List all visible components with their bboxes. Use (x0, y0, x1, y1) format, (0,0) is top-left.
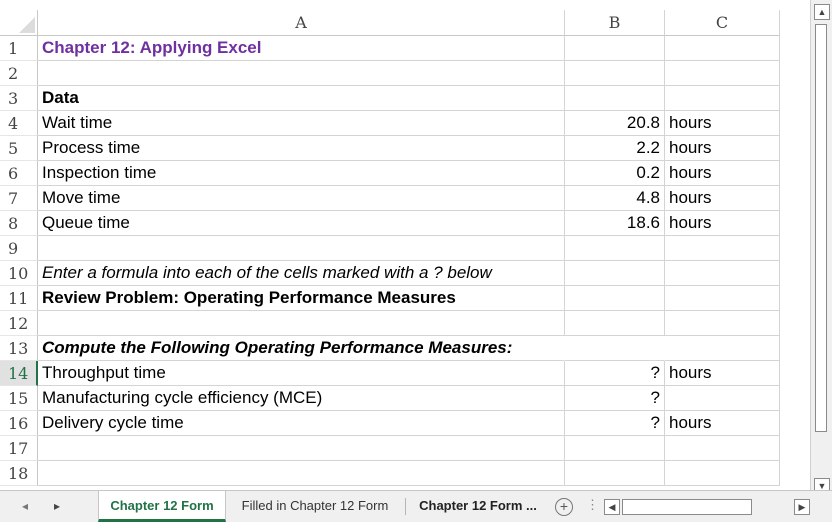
scroll-up-icon[interactable]: ▲ (814, 4, 830, 20)
cell-a17[interactable] (38, 436, 565, 461)
cell-c10[interactable] (665, 261, 780, 286)
tab-chapter-12-form-truncated[interactable]: Chapter 12 Form ... (412, 491, 544, 522)
horizontal-scroll-thumb[interactable] (622, 499, 752, 515)
cell-c17[interactable] (665, 436, 780, 461)
cell-a2[interactable] (38, 61, 565, 86)
cell-b6[interactable]: 0.2 (565, 161, 665, 186)
cell-b12[interactable] (565, 311, 665, 336)
row-header-13[interactable]: 13 (0, 336, 38, 361)
row-header-9[interactable]: 9 (0, 236, 38, 261)
cell-a18[interactable] (38, 461, 565, 486)
vertical-scrollbar[interactable]: ▲ ▼ (810, 0, 832, 496)
horizontal-scrollbar[interactable]: ◀ ▶ (604, 499, 810, 515)
cell-b3[interactable] (565, 86, 665, 111)
cell-c9[interactable] (665, 236, 780, 261)
scroll-right-icon[interactable]: ▶ (794, 499, 810, 515)
row-header-6[interactable]: 6 (0, 161, 38, 186)
cell-a10[interactable]: Enter a formula into each of the cells m… (38, 261, 565, 286)
cell-b2[interactable] (565, 61, 665, 86)
column-header-c[interactable]: C (665, 10, 780, 36)
vertical-scroll-thumb[interactable] (815, 24, 827, 432)
cell-c18[interactable] (665, 461, 780, 486)
row-header-8[interactable]: 8 (0, 211, 38, 236)
scroll-left-icon[interactable]: ◀ (604, 499, 620, 515)
row-header-10[interactable]: 10 (0, 261, 38, 286)
cell-a1[interactable]: Chapter 12: Applying Excel (38, 36, 565, 61)
row-header-16[interactable]: 16 (0, 411, 38, 436)
cell-b16[interactable]: ? (565, 411, 665, 436)
row-header-3[interactable]: 3 (0, 86, 38, 111)
tab-chapter-12-form[interactable]: Chapter 12 Form (98, 491, 226, 522)
cell-b14[interactable]: ? (565, 361, 665, 386)
row-header-7[interactable]: 7 (0, 186, 38, 211)
cell-a7[interactable]: Move time (38, 186, 565, 211)
row-header-11[interactable]: 11 (0, 286, 38, 311)
cell-b13[interactable] (565, 336, 665, 361)
cell-b15[interactable]: ? (565, 386, 665, 411)
select-all-corner[interactable] (0, 10, 38, 36)
cell-a11[interactable]: Review Problem: Operating Performance Me… (38, 286, 565, 311)
cell-c16[interactable]: hours (665, 411, 780, 436)
cell-b1[interactable] (565, 36, 665, 61)
cell-a3[interactable]: Data (38, 86, 565, 111)
cell-c13[interactable] (665, 336, 780, 361)
cell-b8[interactable]: 18.6 (565, 211, 665, 236)
cell-a8[interactable]: Queue time (38, 211, 565, 236)
cell-a14[interactable]: Throughput time (38, 361, 565, 386)
cell-c1[interactable] (665, 36, 780, 61)
cell-a9[interactable] (38, 236, 565, 261)
row-header-4[interactable]: 4 (0, 111, 38, 136)
row-header-18[interactable]: 18 (0, 461, 38, 486)
tab-scroll-right-icon[interactable]: ▸ (54, 499, 60, 513)
cell-b5[interactable]: 2.2 (565, 136, 665, 161)
cell-a13[interactable]: Compute the Following Operating Performa… (38, 336, 565, 361)
row-header-15[interactable]: 15 (0, 386, 38, 411)
cell-c12[interactable] (665, 311, 780, 336)
cell-b18[interactable] (565, 461, 665, 486)
column-header-a[interactable]: A (38, 10, 565, 36)
cell-b17[interactable] (565, 436, 665, 461)
row-header-5[interactable]: 5 (0, 136, 38, 161)
tab-scroll-left-icon[interactable]: ◂ (22, 499, 28, 513)
cell-c8[interactable]: hours (665, 211, 780, 236)
cell-c3[interactable] (665, 86, 780, 111)
worksheet-grid: A B C 1 Chapter 12: Applying Excel 2 3 Data 4… (0, 0, 810, 490)
cell-c14[interactable]: hours (665, 361, 780, 386)
cell-b10[interactable] (565, 261, 665, 286)
cell-a5[interactable]: Process time (38, 136, 565, 161)
cell-a12[interactable] (38, 311, 565, 336)
tab-separator (405, 498, 406, 515)
sheet-tab-bar: ◂ ▸ Chapter 12 Form Filled in Chapter 12… (0, 490, 832, 522)
cell-c2[interactable] (665, 61, 780, 86)
cell-a6[interactable]: Inspection time (38, 161, 565, 186)
column-header-b[interactable]: B (565, 10, 665, 36)
cell-c6[interactable]: hours (665, 161, 780, 186)
cell-a4[interactable]: Wait time (38, 111, 565, 136)
cell-a16[interactable]: Delivery cycle time (38, 411, 565, 436)
cell-c5[interactable]: hours (665, 136, 780, 161)
cell-b7[interactable]: 4.8 (565, 186, 665, 211)
tab-filled-in-chapter-12-form[interactable]: Filled in Chapter 12 Form (232, 491, 398, 522)
row-header-2[interactable]: 2 (0, 61, 38, 86)
add-sheet-icon[interactable]: + (555, 498, 573, 516)
cell-b11[interactable] (565, 286, 665, 311)
cell-c11[interactable] (665, 286, 780, 311)
cell-c15[interactable] (665, 386, 780, 411)
cell-b9[interactable] (565, 236, 665, 261)
row-header-14[interactable]: 14 (0, 361, 38, 386)
row-header-17[interactable]: 17 (0, 436, 38, 461)
cell-a15[interactable]: Manufacturing cycle efficiency (MCE) (38, 386, 565, 411)
more-options-icon[interactable]: ⋮ (586, 497, 599, 513)
row-header-1[interactable]: 1 (0, 36, 38, 61)
cell-c4[interactable]: hours (665, 111, 780, 136)
cell-c7[interactable]: hours (665, 186, 780, 211)
row-header-12[interactable]: 12 (0, 311, 38, 336)
cell-b4[interactable]: 20.8 (565, 111, 665, 136)
